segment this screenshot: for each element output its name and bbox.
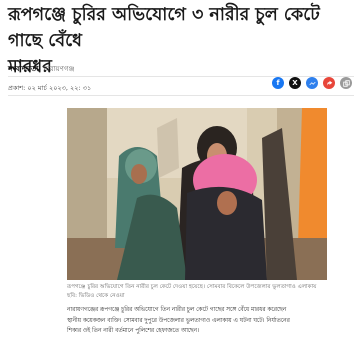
publish-date: প্রকাশ: ০২ মার্চ ২০২৩, ২২: ৩১: [8, 84, 92, 92]
facebook-icon[interactable]: f: [272, 77, 284, 89]
copy-link-icon[interactable]: [340, 77, 352, 89]
article-body: নারায়ণগঞ্জের রূপগঞ্জে চুরির অভিযোগে তিন…: [67, 305, 331, 337]
x-twitter-icon[interactable]: X: [289, 77, 301, 89]
photo-credit: ছবি: ভিডিও থেকে নেওয়া: [67, 293, 125, 299]
divider: [8, 95, 354, 96]
article-photo[interactable]: [67, 108, 327, 280]
byline: সংবাদদাতা নারায়ণগঞ্জ: [8, 63, 74, 75]
body-line: শিকার ওই তিন নারী বর্তমানে পুলিশের হেফাজ…: [67, 328, 200, 334]
body-line: নারায়ণগঞ্জের রূপগঞ্জে চুরির অভিযোগে তিন…: [67, 307, 287, 313]
author-location: নারায়ণগঞ্জ: [43, 65, 75, 73]
photo-caption: রূপগঞ্জে চুরির অভিযোগে তিন নারীর চুল কেট…: [67, 283, 329, 301]
caption-text: রূপগঞ্জে চুরির অভিযোগে তিন নারীর চুল কেট…: [67, 284, 317, 290]
messenger-icon[interactable]: [306, 77, 318, 89]
headline-line-1: রূপগঞ্জে চুরির অভিযোগে ৩ নারীর চুল কেটে …: [8, 5, 320, 51]
share-icon[interactable]: [323, 77, 335, 89]
share-bar: f X: [272, 77, 352, 89]
author-name[interactable]: সংবাদদাতা: [8, 65, 38, 73]
body-line: স্থানীয় কয়েকজন ব্যক্তি। সোমবার দুপুরে …: [67, 317, 290, 324]
